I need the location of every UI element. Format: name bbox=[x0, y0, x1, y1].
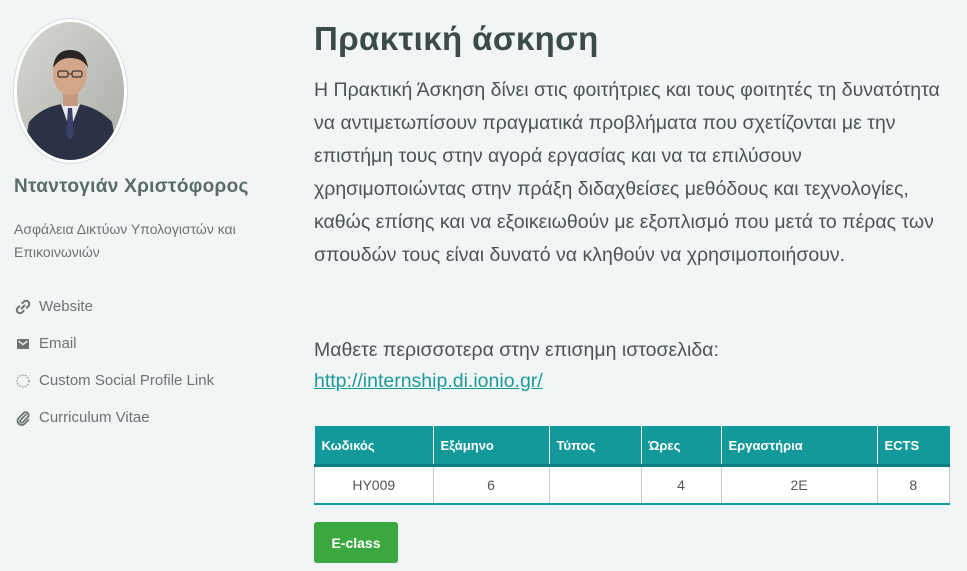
profile-sidebar: Νταντογιάν Χριστόφορος Ασφάλεια Δικτύων … bbox=[0, 0, 300, 571]
website-link[interactable]: Website bbox=[14, 288, 214, 325]
custom-social-profile-link-label: Custom Social Profile Link bbox=[39, 372, 215, 389]
header-type: Τύπος bbox=[549, 426, 642, 467]
header-ects: ECTS bbox=[877, 426, 950, 467]
header-hours: Ώρες bbox=[641, 426, 722, 467]
cell-semester: 6 bbox=[432, 465, 550, 505]
curriculum-vitae-link-label: Curriculum Vitae bbox=[39, 409, 150, 426]
profile-links: Website Email Custom Social Profile Link… bbox=[14, 288, 214, 436]
cell-hours: 4 bbox=[640, 465, 722, 505]
table-row: HY009 6 4 2E 8 bbox=[314, 465, 950, 505]
cell-code: HY009 bbox=[314, 465, 434, 505]
paperclip-icon bbox=[14, 409, 32, 427]
internship-link[interactable]: http://internship.di.ionio.gr/ bbox=[314, 370, 543, 392]
email-link[interactable]: Email bbox=[14, 325, 214, 362]
eclass-button[interactable]: E-class bbox=[314, 522, 398, 563]
learn-more: Μαθετε περισσοτερα στην επισημη ιστοσελι… bbox=[314, 335, 946, 397]
profile-photo bbox=[17, 22, 124, 160]
dashed-circle-icon bbox=[14, 372, 32, 390]
profile-name: Νταντογιάν Χριστόφορος bbox=[14, 176, 249, 197]
cell-type bbox=[548, 465, 642, 505]
header-labs: Εργαστήρια bbox=[721, 426, 878, 467]
header-code: Κωδικός bbox=[314, 426, 434, 467]
table-header-row: Κωδικός Εξάμηνο Τύπος Ώρες Εργαστήρια EC… bbox=[314, 426, 950, 467]
course-description: Η Πρακτική Άσκηση δίνει στις φοιτήτριες … bbox=[314, 79, 940, 266]
avatar bbox=[14, 19, 127, 163]
envelope-icon bbox=[14, 335, 32, 353]
link-icon bbox=[14, 298, 32, 316]
page: Νταντογιάν Χριστόφορος Ασφάλεια Δικτύων … bbox=[0, 0, 967, 571]
curriculum-vitae-link[interactable]: Curriculum Vitae bbox=[14, 399, 214, 436]
cell-ects: 8 bbox=[876, 465, 950, 505]
course-info-table: Κωδικός Εξάμηνο Τύπος Ώρες Εργαστήρια EC… bbox=[314, 426, 950, 505]
page-title: Πρακτική άσκηση bbox=[314, 20, 599, 57]
website-link-label: Website bbox=[39, 298, 93, 315]
custom-social-profile-link[interactable]: Custom Social Profile Link bbox=[14, 362, 214, 399]
profile-subtitle: Ασφάλεια Δικτύων Υπολογιστών και Επικοιν… bbox=[14, 221, 236, 260]
header-semester: Εξάμηνο bbox=[433, 426, 550, 467]
email-link-label: Email bbox=[39, 335, 77, 352]
cell-labs: 2E bbox=[720, 465, 878, 505]
learn-more-text: Μαθετε περισσοτερα στην επισημη ιστοσελι… bbox=[314, 339, 719, 361]
